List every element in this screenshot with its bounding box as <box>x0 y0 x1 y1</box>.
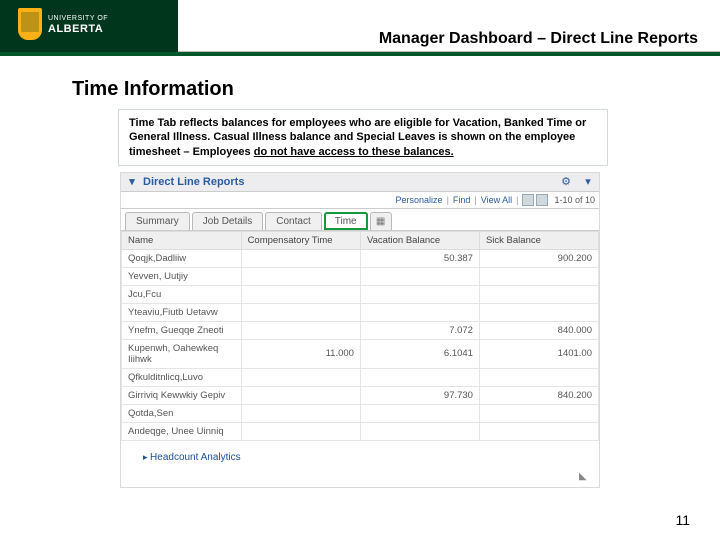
callout-text-b: do not have access to these balances. <box>254 146 454 158</box>
toolbar-count: 1-10 of 10 <box>554 195 595 205</box>
panel-title-wrap: ▾ Direct Line Reports <box>125 175 244 189</box>
panel-header-actions: ⚙ ▾ <box>559 175 595 189</box>
toolbar-personalize[interactable]: Personalize <box>396 195 443 205</box>
panel-header: ▾ Direct Line Reports ⚙ ▾ <box>121 173 599 192</box>
zoom-icon[interactable] <box>522 194 534 206</box>
shield-icon <box>18 8 42 40</box>
cell-value <box>360 422 479 440</box>
col-name[interactable]: Name <box>122 231 242 249</box>
balance-table: Name Compensatory Time Vacation Balance … <box>121 231 599 441</box>
cell-value: 7.072 <box>360 321 479 339</box>
grid-icon[interactable] <box>536 194 548 206</box>
cell-value <box>241 303 360 321</box>
tab-strip: Summary Job Details Contact Time ▦ <box>121 209 599 231</box>
col-vacation[interactable]: Vacation Balance <box>360 231 479 249</box>
table-row[interactable]: Qotda,Sen <box>122 404 599 422</box>
table-row[interactable]: Qoqjk,Dadliiw 50.387900.200 <box>122 249 599 267</box>
cell-value <box>360 267 479 285</box>
cell-value <box>241 321 360 339</box>
toolbar-find[interactable]: Find <box>453 195 471 205</box>
cell-name: Qotda,Sen <box>122 404 242 422</box>
tab-summary[interactable]: Summary <box>125 212 190 230</box>
cell-value <box>241 249 360 267</box>
toolbar-sep-2: | <box>474 195 476 205</box>
tab-job-details[interactable]: Job Details <box>192 212 263 230</box>
table-row[interactable]: Andeqge, Unee Uinniq <box>122 422 599 440</box>
cell-name: Qfkulditnlicq,Luvo <box>122 368 242 386</box>
table-row[interactable]: Qfkulditnlicq,Luvo <box>122 368 599 386</box>
cell-value <box>360 368 479 386</box>
cell-name: Yevven, Uutjiy <box>122 267 242 285</box>
callout-box: Time Tab reflects balances for employees… <box>118 109 608 166</box>
table-row[interactable]: Yevven, Uutjiy <box>122 267 599 285</box>
cell-value: 840.000 <box>479 321 598 339</box>
triangle-icon: ◣ <box>579 471 591 483</box>
panel-title: Direct Line Reports <box>143 176 244 188</box>
cell-name: Andeqge, Unee Uinniq <box>122 422 242 440</box>
report-panel: ▾ Direct Line Reports ⚙ ▾ Personalize | … <box>120 172 600 488</box>
panel-footer: Headcount Analytics <box>121 441 599 469</box>
gear-icon[interactable]: ⚙ <box>559 175 573 189</box>
tab-contact[interactable]: Contact <box>265 212 321 230</box>
cell-value <box>479 303 598 321</box>
section-heading: Time Information <box>72 78 678 101</box>
cell-value: 97.730 <box>360 386 479 404</box>
cell-name: Ynefm, Gueqqe Zneoti <box>122 321 242 339</box>
logo: UNIVERSITY OF ALBERTA <box>18 8 108 40</box>
slide-title: Manager Dashboard – Direct Line Reports <box>379 30 698 48</box>
cell-value <box>241 285 360 303</box>
cell-value <box>241 368 360 386</box>
cell-value <box>360 285 479 303</box>
col-sick[interactable]: Sick Balance <box>479 231 598 249</box>
cell-value <box>241 422 360 440</box>
page-number: 11 <box>675 512 690 528</box>
slide-body: Time Information Time Tab reflects balan… <box>0 56 720 488</box>
cell-value <box>241 386 360 404</box>
toolbar-sep-3: | <box>516 195 518 205</box>
table-header-row: Name Compensatory Time Vacation Balance … <box>122 231 599 249</box>
cell-value: 6.1041 <box>360 339 479 368</box>
cell-value: 1401.00 <box>479 339 598 368</box>
cell-value <box>479 422 598 440</box>
collapse-icon[interactable]: ▾ <box>125 175 139 189</box>
cell-name: Kupenwh, Oahewkeq Iiihwk <box>122 339 242 368</box>
cell-value <box>479 404 598 422</box>
headcount-link[interactable]: Headcount Analytics <box>143 452 241 463</box>
toolbar-sep-1: | <box>447 195 449 205</box>
tab-overflow[interactable]: ▦ <box>370 212 392 230</box>
cell-value <box>479 285 598 303</box>
panel-toolbar: Personalize | Find | View All | 1-10 of … <box>121 192 599 209</box>
tab-time[interactable]: Time <box>324 212 368 230</box>
cell-value: 900.200 <box>479 249 598 267</box>
cell-value: 50.387 <box>360 249 479 267</box>
cell-value: 11.000 <box>241 339 360 368</box>
cell-name: Qoqjk,Dadliiw <box>122 249 242 267</box>
cell-name: Jcu,Fcu <box>122 285 242 303</box>
caret-down-icon[interactable]: ▾ <box>581 175 595 189</box>
logo-text: UNIVERSITY OF ALBERTA <box>48 14 108 34</box>
cell-value <box>360 404 479 422</box>
cell-name: Girriviq Kewwkiy Gepiv <box>122 386 242 404</box>
logo-bottom: ALBERTA <box>48 24 108 34</box>
cell-value <box>241 404 360 422</box>
cell-value <box>479 368 598 386</box>
table-row[interactable]: Yteaviu,Fiutb Uetavw <box>122 303 599 321</box>
cell-value <box>360 303 479 321</box>
cell-value <box>241 267 360 285</box>
table-row[interactable]: Jcu,Fcu <box>122 285 599 303</box>
toolbar-viewall[interactable]: View All <box>481 195 512 205</box>
table-row[interactable]: Ynefm, Gueqqe Zneoti 7.072840.000 <box>122 321 599 339</box>
header-brand-block: UNIVERSITY OF ALBERTA <box>0 0 178 56</box>
table-row[interactable]: Kupenwh, Oahewkeq Iiihwk11.0006.10411401… <box>122 339 599 368</box>
panel-bottom-row: ◣ <box>121 469 599 487</box>
cell-value <box>479 267 598 285</box>
col-comp[interactable]: Compensatory Time <box>241 231 360 249</box>
cell-name: Yteaviu,Fiutb Uetavw <box>122 303 242 321</box>
cell-value: 840.200 <box>479 386 598 404</box>
slide-header: UNIVERSITY OF ALBERTA Manager Dashboard … <box>0 0 720 56</box>
table-row[interactable]: Girriviq Kewwkiy Gepiv 97.730840.200 <box>122 386 599 404</box>
